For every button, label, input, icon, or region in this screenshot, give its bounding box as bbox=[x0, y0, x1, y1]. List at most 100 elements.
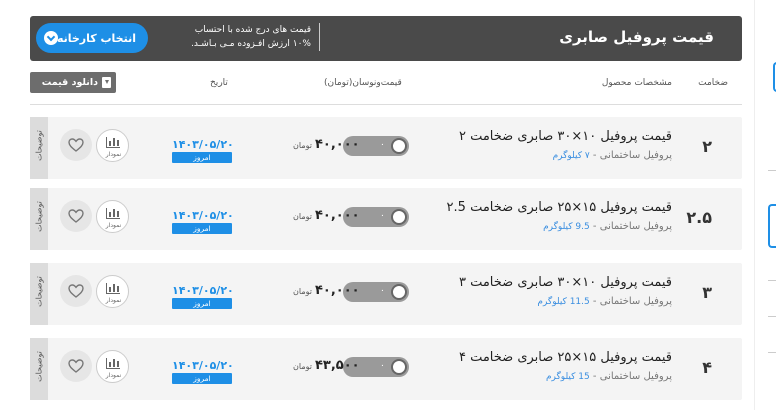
today-badge: امروز bbox=[172, 373, 232, 384]
price-date: ۱۴۰۳/۰۵/۲۰ bbox=[172, 359, 234, 372]
table-row: ۳ قیمت پروفیل ۱۰×۳۰ صابری ضخامت ۳ پروفیل… bbox=[30, 263, 742, 325]
product-category: پروفیل ساختمانی bbox=[599, 150, 672, 161]
download-price-label: دانلود قیمت bbox=[41, 77, 98, 88]
download-price-button[interactable]: دانلود قیمت bbox=[30, 72, 116, 93]
price-change-value: ۰ bbox=[380, 361, 385, 371]
bar-chart-icon bbox=[106, 137, 120, 148]
download-icon bbox=[102, 77, 111, 88]
description-tab[interactable]: توضیحات bbox=[30, 263, 48, 325]
indicator-knob bbox=[391, 209, 407, 225]
heart-icon bbox=[68, 284, 84, 298]
favorite-button[interactable] bbox=[60, 129, 92, 161]
description-label: توضیحات bbox=[34, 351, 44, 382]
product-category: پروفیل ساختمانی bbox=[599, 221, 672, 232]
product-weight: 9.5 کیلوگرم bbox=[543, 222, 590, 232]
meta-separator: - bbox=[589, 371, 597, 382]
bar-chart-icon bbox=[106, 208, 120, 219]
product-name-link[interactable]: قیمت پروفیل ۱۵×۲۵ صابری ضخامت ۲.5 bbox=[447, 200, 672, 215]
chart-button-label: نمودار bbox=[105, 372, 122, 379]
indicator-knob bbox=[391, 284, 407, 300]
select-factory-button[interactable]: انتخاب کارخانه bbox=[36, 23, 148, 53]
meta-separator: - bbox=[589, 221, 597, 232]
sidebar-line bbox=[768, 316, 776, 317]
chart-button-label: نمودار bbox=[105, 297, 122, 304]
product-weight: 15 کیلوگرم bbox=[545, 372, 590, 382]
chart-button[interactable]: نمودار bbox=[96, 350, 129, 383]
thickness-value: ۲ bbox=[702, 137, 712, 156]
price-date: ۱۴۰۳/۰۵/۲۰ bbox=[172, 138, 234, 151]
favorite-button[interactable] bbox=[60, 200, 92, 232]
price-unit: تومان bbox=[293, 362, 312, 371]
heart-icon bbox=[68, 209, 84, 223]
price-unit: تومان bbox=[293, 287, 312, 296]
price-date: ۱۴۰۳/۰۵/۲۰ bbox=[172, 209, 234, 222]
favorite-button[interactable] bbox=[60, 275, 92, 307]
page-title: قیمت پروفیل صابری bbox=[559, 28, 714, 46]
product-name-link[interactable]: قیمت پروفیل ۱۰×۳۰ صابری ضخامت ۳ bbox=[459, 275, 672, 290]
thickness-value: ۴ bbox=[702, 358, 712, 377]
description-tab[interactable]: توضیحات bbox=[30, 188, 48, 250]
price-change-value: ۰ bbox=[380, 211, 385, 221]
column-date: تاریخ bbox=[210, 78, 228, 88]
chart-button[interactable]: نمودار bbox=[96, 275, 129, 308]
price-change-value: ۰ bbox=[380, 286, 385, 296]
product-meta: پروفیل ساختمانی - 11.5 کیلوگرم bbox=[537, 296, 672, 307]
heart-icon bbox=[68, 138, 84, 152]
right-sidebar-edge bbox=[754, 0, 776, 410]
product-weight: 11.5 کیلوگرم bbox=[537, 297, 590, 307]
chevron-down-icon bbox=[44, 31, 58, 45]
price-amount: ۴۰,۰۰۰ bbox=[314, 137, 360, 152]
indicator-knob bbox=[391, 138, 407, 154]
price-value: ۴۰,۰۰۰تومان bbox=[293, 137, 360, 152]
panel-header: قیمت پروفیل صابری قیمت های درج شده با اح… bbox=[30, 16, 742, 61]
chart-button[interactable]: نمودار bbox=[96, 200, 129, 233]
meta-separator: - bbox=[589, 150, 597, 161]
description-label: توضیحات bbox=[34, 130, 44, 161]
table-row: ۲.۵ قیمت پروفیل ۱۵×۲۵ صابری ضخامت ۲.5 پر… bbox=[30, 188, 742, 250]
price-change-value: ۰ bbox=[380, 140, 385, 150]
product-meta: پروفیل ساختمانی - 15 کیلوگرم bbox=[546, 371, 672, 382]
price-value: ۴۳,۵۰۰تومان bbox=[293, 358, 360, 373]
price-value: ۴۰,۰۰۰تومان bbox=[293, 208, 360, 223]
product-weight: ۷ کیلوگرم bbox=[552, 151, 590, 161]
chart-button-label: نمودار bbox=[105, 222, 122, 229]
indicator-knob bbox=[391, 359, 407, 375]
price-amount: ۴۰,۰۰۰ bbox=[314, 208, 360, 223]
today-badge: امروز bbox=[172, 298, 232, 309]
chart-button[interactable]: نمودار bbox=[96, 129, 129, 162]
table-row: ۲ قیمت پروفیل ۱۰×۳۰ صابری ضخامت ۲ پروفیل… bbox=[30, 117, 742, 179]
product-name-link[interactable]: قیمت پروفیل ۱۵×۲۵ صابری ضخامت ۴ bbox=[459, 350, 672, 365]
vat-note: قیمت های درج شده با احتساب ۱۰% ارزش افـز… bbox=[168, 23, 320, 51]
price-unit: تومان bbox=[293, 141, 312, 150]
bar-chart-icon bbox=[106, 358, 120, 369]
product-category: پروفیل ساختمانی bbox=[599, 296, 672, 307]
column-price-change: قیمت‌ونوسان(تومان) bbox=[324, 78, 402, 88]
today-badge: امروز bbox=[172, 152, 232, 163]
page: قیمت پروفیل صابری قیمت های درج شده با اح… bbox=[0, 0, 776, 410]
chart-button-label: نمودار bbox=[105, 151, 122, 158]
thickness-value: ۳ bbox=[702, 283, 712, 302]
product-category: پروفیل ساختمانی bbox=[599, 371, 672, 382]
header-divider bbox=[30, 104, 742, 105]
bar-chart-icon bbox=[106, 283, 120, 294]
meta-separator: - bbox=[589, 296, 597, 307]
favorite-button[interactable] bbox=[60, 350, 92, 382]
description-label: توضیحات bbox=[34, 276, 44, 307]
sidebar-box-middle[interactable] bbox=[768, 204, 776, 248]
price-value: ۴۰,۰۰۰تومان bbox=[293, 283, 360, 298]
thickness-value: ۲.۵ bbox=[686, 208, 712, 227]
column-thickness: ضخامت bbox=[698, 78, 728, 88]
description-label: توضیحات bbox=[34, 201, 44, 232]
product-meta: پروفیل ساختمانی - 9.5 کیلوگرم bbox=[543, 221, 672, 232]
table-row: ۴ قیمت پروفیل ۱۵×۲۵ صابری ضخامت ۴ پروفیل… bbox=[30, 338, 742, 400]
price-date: ۱۴۰۳/۰۵/۲۰ bbox=[172, 284, 234, 297]
sidebar-line bbox=[768, 170, 776, 171]
vat-note-line2: ۱۰% ارزش افـزوده مـی بـاشـد. bbox=[191, 39, 311, 49]
description-tab[interactable]: توضیحات bbox=[30, 117, 48, 179]
price-amount: ۴۳,۵۰۰ bbox=[314, 358, 360, 373]
price-panel: قیمت پروفیل صابری قیمت های درج شده با اح… bbox=[30, 16, 742, 410]
product-name-link[interactable]: قیمت پروفیل ۱۰×۳۰ صابری ضخامت ۲ bbox=[459, 129, 672, 144]
price-amount: ۴۰,۰۰۰ bbox=[314, 283, 360, 298]
description-tab[interactable]: توضیحات bbox=[30, 338, 48, 400]
heart-icon bbox=[68, 359, 84, 373]
